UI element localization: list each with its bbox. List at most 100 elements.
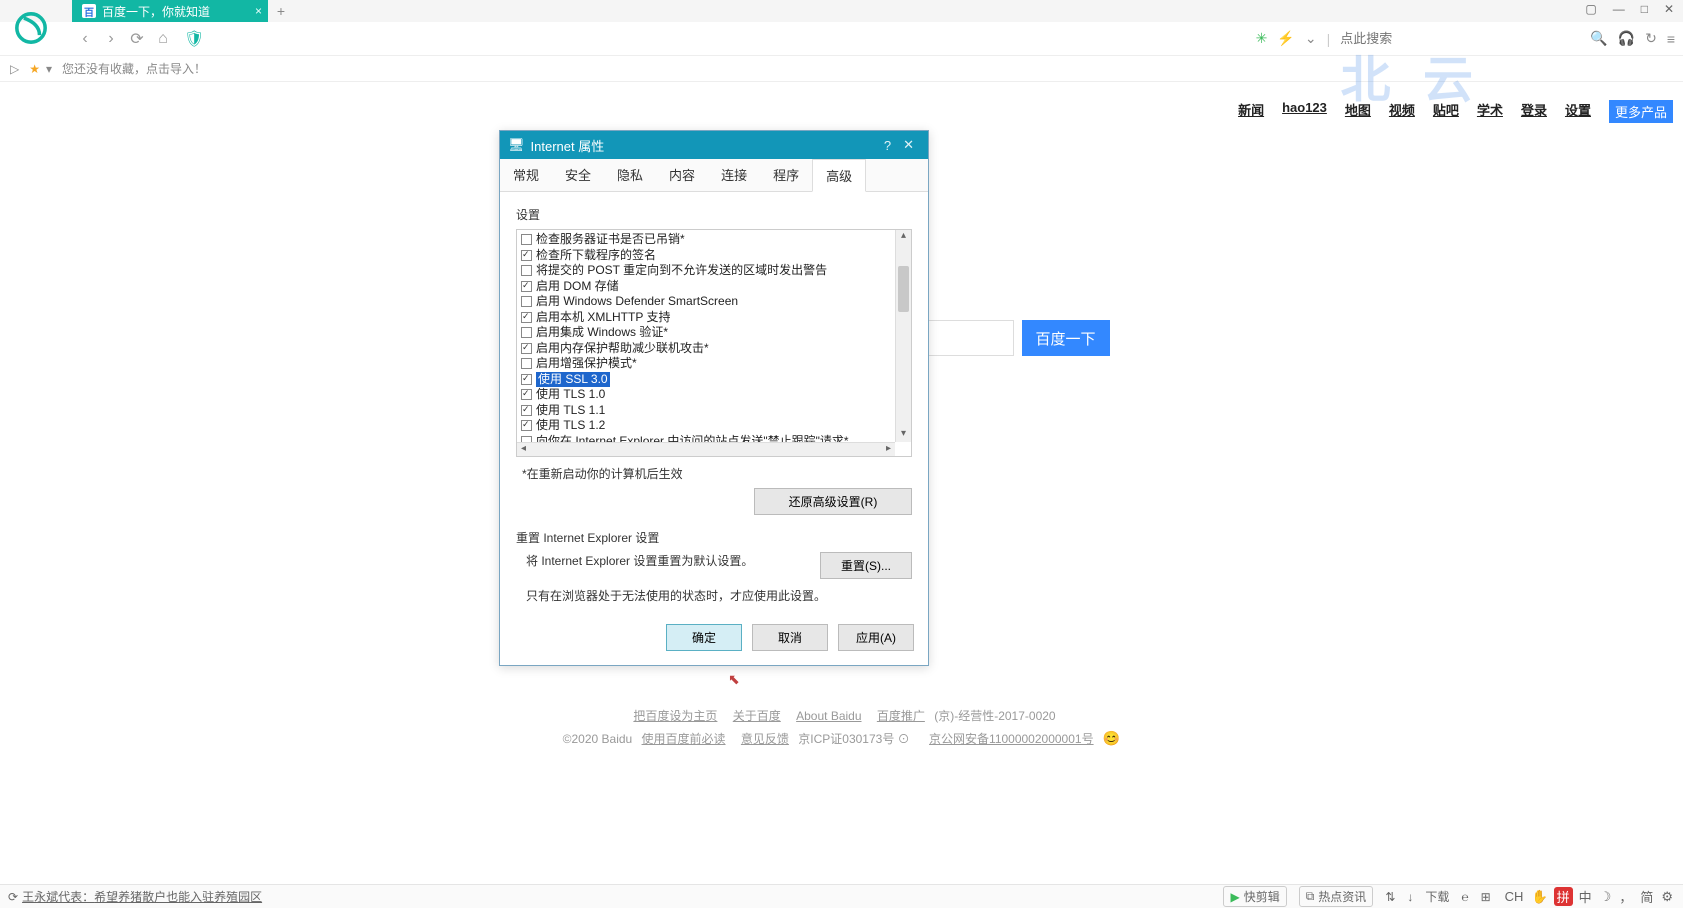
cancel-button[interactable]: 取消: [752, 624, 828, 651]
ime-simplified[interactable]: 简: [1638, 887, 1655, 906]
ie-mode-icon[interactable]: ℮: [1461, 890, 1468, 904]
omnibox-search[interactable]: [1340, 31, 1580, 46]
shield-icon[interactable]: 🛡: [184, 29, 204, 49]
scroll-down-icon[interactable]: ▾: [896, 428, 911, 442]
setting-item[interactable]: 使用 TLS 1.0: [521, 387, 891, 403]
setting-item[interactable]: 启用本机 XMLHTTP 支持: [521, 310, 891, 326]
mode-dropdown-icon[interactable]: ⌄: [1305, 30, 1317, 47]
new-tab-button[interactable]: +: [268, 0, 294, 22]
ime-moon-icon[interactable]: ☽: [1598, 889, 1614, 905]
headphones-icon[interactable]: 🎧: [1618, 30, 1635, 47]
nav-more-products[interactable]: 更多产品: [1609, 100, 1673, 123]
footer-about[interactable]: 关于百度: [733, 709, 781, 723]
nav-settings[interactable]: 设置: [1565, 100, 1591, 123]
back-button[interactable]: ‹: [72, 26, 98, 52]
status-news[interactable]: ⟳ 王永斌代表：希望养猪散户也能入驻养殖园区: [8, 888, 262, 905]
hot-news-button[interactable]: ⧉ 热点资讯: [1299, 886, 1374, 907]
scroll-up-icon[interactable]: ▴: [896, 230, 911, 244]
vertical-scrollbar[interactable]: ▴ ▾: [895, 230, 911, 442]
footer-mustread[interactable]: 使用百度前必读: [642, 732, 726, 746]
footer-about-en[interactable]: About Baidu: [796, 709, 861, 723]
horizontal-scrollbar[interactable]: ◂ ▸: [517, 442, 895, 456]
apply-button[interactable]: 应用(A): [838, 624, 914, 651]
ime-pinyin[interactable]: 拼: [1554, 887, 1573, 906]
checkbox-icon[interactable]: [521, 343, 532, 354]
search-icon[interactable]: 🔍: [1590, 30, 1607, 47]
checkbox-icon[interactable]: [521, 296, 532, 307]
setting-item[interactable]: 启用 Windows Defender SmartScreen: [521, 294, 891, 310]
window-snap-icon[interactable]: ▢: [1582, 2, 1599, 16]
tab-programs[interactable]: 程序: [760, 159, 812, 191]
ime-zhong[interactable]: 中: [1577, 887, 1594, 906]
setting-item[interactable]: 检查所下载程序的签名: [521, 248, 891, 264]
nav-xueshu[interactable]: 学术: [1477, 100, 1503, 123]
transfer-icon[interactable]: ⇅: [1385, 890, 1395, 904]
ok-button[interactable]: 确定: [666, 624, 742, 651]
tab-advanced[interactable]: 高级: [812, 159, 866, 192]
grid-apps-icon[interactable]: ⊞: [1481, 890, 1491, 904]
scroll-right-icon[interactable]: ▸: [882, 443, 895, 456]
tab-security[interactable]: 安全: [552, 159, 604, 191]
setting-item[interactable]: 启用 DOM 存储: [521, 279, 891, 295]
dialog-help-icon[interactable]: ?: [878, 138, 897, 153]
window-maximize-icon[interactable]: □: [1638, 2, 1651, 16]
scroll-thumb[interactable]: [898, 266, 909, 312]
setting-item[interactable]: 向你在 Internet Explorer 中访问的站点发送"禁止跟踪"请求*: [521, 434, 891, 443]
checkbox-icon[interactable]: [521, 420, 532, 431]
tab-content[interactable]: 内容: [656, 159, 708, 191]
footer-gongan[interactable]: 京公网安备11000002000001号: [929, 732, 1094, 746]
checkbox-icon[interactable]: [521, 327, 532, 338]
bookmark-flag-icon[interactable]: ▷: [10, 62, 19, 76]
nav-news[interactable]: 新闻: [1238, 100, 1264, 123]
footer-feedback[interactable]: 意见反馈: [741, 732, 789, 746]
checkbox-icon[interactable]: [521, 358, 532, 369]
history-icon[interactable]: ↻: [1645, 30, 1657, 47]
window-close-icon[interactable]: ✕: [1661, 2, 1677, 16]
bookmark-dropdown-icon[interactable]: ▾: [46, 62, 52, 76]
news-refresh-icon[interactable]: ⟳: [8, 890, 18, 904]
setting-item[interactable]: 使用 SSL 3.0: [521, 372, 891, 388]
ime-indicator[interactable]: CH ✋ 拼 中 ☽ ， 简 ⚙: [1503, 887, 1675, 906]
download-label[interactable]: 下载: [1425, 888, 1449, 905]
nav-tieba[interactable]: 贴吧: [1433, 100, 1459, 123]
star-icon[interactable]: ★: [29, 62, 40, 76]
checkbox-icon[interactable]: [521, 312, 532, 323]
nav-hao123[interactable]: hao123: [1282, 100, 1327, 123]
setting-item[interactable]: 启用集成 Windows 验证*: [521, 325, 891, 341]
setting-item[interactable]: 启用增强保护模式*: [521, 356, 891, 372]
ime-settings-icon[interactable]: ⚙: [1659, 889, 1675, 905]
reload-button[interactable]: ⟳: [124, 26, 150, 52]
ime-lang[interactable]: CH: [1503, 889, 1526, 904]
tab-privacy[interactable]: 隐私: [604, 159, 656, 191]
download-icon[interactable]: ↓: [1407, 890, 1413, 904]
home-button[interactable]: ⌂: [150, 26, 176, 52]
ime-hand-icon[interactable]: ✋: [1529, 889, 1549, 905]
settings-listbox[interactable]: 检查服务器证书是否已吊销*检查所下载程序的签名将提交的 POST 重定向到不允许…: [516, 229, 912, 457]
setting-item[interactable]: 检查服务器证书是否已吊销*: [521, 232, 891, 248]
setting-item[interactable]: 使用 TLS 1.1: [521, 403, 891, 419]
checkbox-icon[interactable]: [521, 265, 532, 276]
ime-punct[interactable]: ，: [1617, 887, 1634, 906]
setting-item[interactable]: 使用 TLS 1.2: [521, 418, 891, 434]
checkbox-icon[interactable]: [521, 250, 532, 261]
setting-item[interactable]: 将提交的 POST 重定向到不允许发送的区域时发出警告: [521, 263, 891, 279]
checkbox-icon[interactable]: [521, 374, 532, 385]
checkbox-icon[interactable]: [521, 405, 532, 416]
nav-map[interactable]: 地图: [1345, 100, 1371, 123]
flash-icon[interactable]: ⚡: [1277, 30, 1294, 47]
nav-login[interactable]: 登录: [1521, 100, 1547, 123]
nav-video[interactable]: 视频: [1389, 100, 1415, 123]
restore-defaults-button[interactable]: 还原高级设置(R): [754, 488, 912, 515]
bookmarks-empty-text[interactable]: 您还没有收藏，点击导入！: [62, 60, 206, 77]
dialog-close-icon[interactable]: ✕: [897, 137, 920, 153]
checkbox-icon[interactable]: [521, 281, 532, 292]
checkbox-icon[interactable]: [521, 389, 532, 400]
footer-set-home[interactable]: 把百度设为主页: [633, 709, 717, 723]
dialog-titlebar[interactable]: 🖥 Internet 属性 ? ✕: [500, 131, 928, 159]
checkbox-icon[interactable]: [521, 234, 532, 245]
forward-button[interactable]: ›: [98, 26, 124, 52]
tab-connection[interactable]: 连接: [708, 159, 760, 191]
browser-tab-baidu[interactable]: 百 百度一下，你就知道 ×: [72, 0, 268, 22]
reset-button[interactable]: 重置(S)...: [820, 552, 912, 579]
setting-item[interactable]: 启用内存保护帮助减少联机攻击*: [521, 341, 891, 357]
